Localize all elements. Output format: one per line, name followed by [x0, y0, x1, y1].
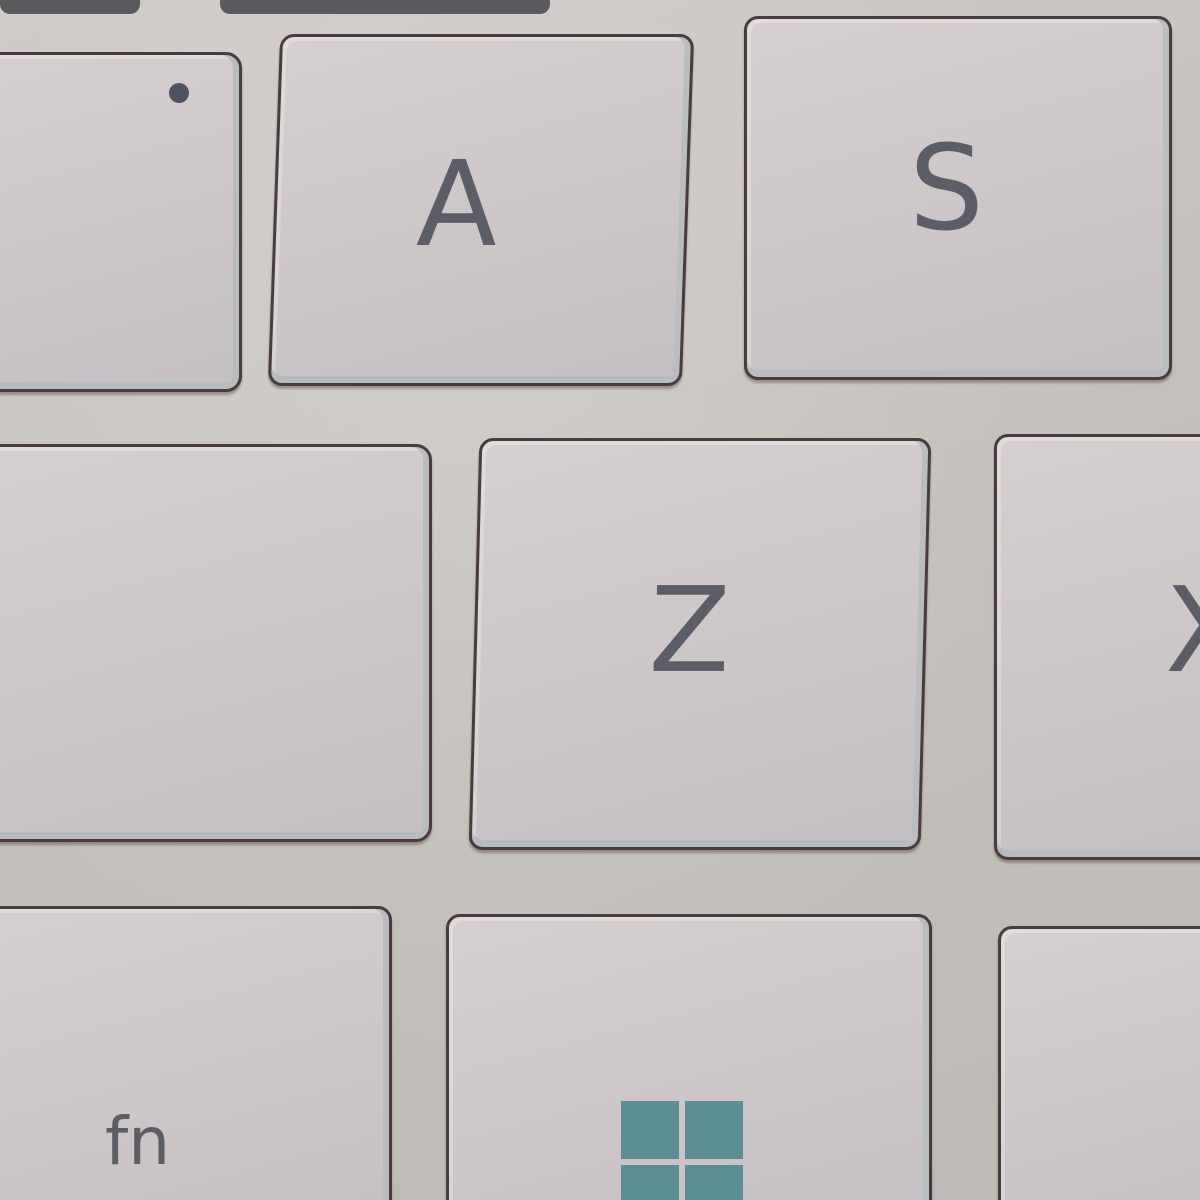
alt-key[interactable] [998, 926, 1200, 1200]
windows-key[interactable] [446, 914, 932, 1200]
s-key[interactable]: S [744, 16, 1172, 380]
fn-key[interactable]: fn [0, 906, 392, 1200]
caps-lock-key[interactable] [0, 52, 242, 392]
windows-logo-tile [621, 1165, 679, 1200]
x-key[interactable]: X [994, 434, 1200, 860]
top-row-key-edge [220, 0, 550, 14]
windows-logo-tile [621, 1101, 679, 1159]
z-key[interactable]: Z [468, 438, 932, 850]
fn-key-label: fn [105, 1103, 171, 1180]
windows-logo-tile [685, 1165, 743, 1200]
keyboard-photo: A S Z X fn [0, 0, 1200, 1200]
s-key-label: S [909, 119, 984, 257]
windows-logo-tile [685, 1101, 743, 1159]
a-key-label: A [414, 135, 501, 273]
left-shift-key[interactable] [0, 444, 432, 842]
windows-logo-icon [621, 1101, 743, 1200]
a-key[interactable]: A [267, 34, 695, 386]
z-key-label: Z [647, 561, 733, 699]
x-key-label: X [1165, 571, 1200, 689]
top-row-key-edge [0, 0, 140, 14]
caps-lock-indicator-dot [169, 83, 189, 103]
